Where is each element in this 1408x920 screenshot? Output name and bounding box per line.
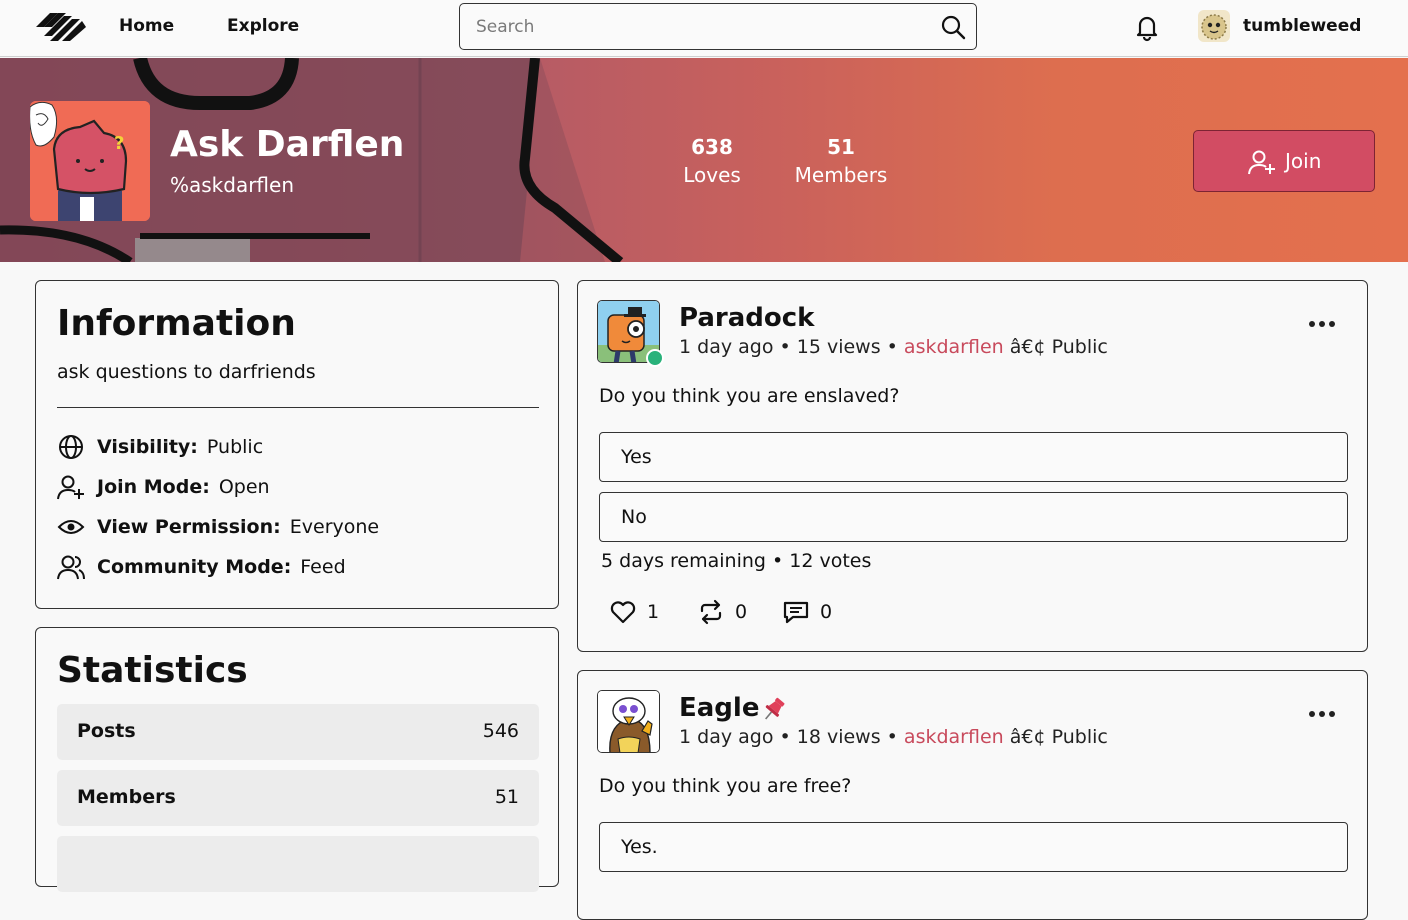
author-avatar-image [598,691,659,752]
globe-icon [59,435,83,459]
logo-icon[interactable] [36,10,88,44]
nav-explore-link[interactable]: Explore [227,16,299,36]
info-value: Public [206,436,264,458]
eye-icon [57,520,85,534]
user-avatar[interactable] [1198,10,1230,42]
repost-icon [700,599,722,625]
post-meta: 1 day ago • 18 views • askdarflen â€¢ Pu… [679,726,1108,748]
poll-option[interactable]: Yes [599,432,1348,482]
post-author-avatar[interactable] [597,690,660,753]
stat-value: 51 [494,786,519,808]
comment-icon [783,601,809,624]
post-author-name[interactable]: Eagle [679,693,759,723]
nav-home-link[interactable]: Home [119,16,174,36]
comment-count: 0 [820,601,833,623]
info-key: View Permission: [97,516,281,538]
post-card: Paradock 1 day ago • 15 views • askdarfl… [577,280,1368,652]
post-views: 15 views [796,336,881,358]
user-avatar-image [1201,14,1227,40]
repost-count: 0 [735,601,748,623]
info-key: Join Mode: [97,476,210,498]
post-question: Do you think you are enslaved? [599,385,900,407]
stat-key: Members [77,786,176,808]
stat-row-posts: Posts 546 [57,704,539,760]
more-options-icon[interactable] [1307,318,1337,330]
info-value: Feed [300,556,346,578]
online-status-dot [646,349,664,367]
post-community-link[interactable]: askdarflen [904,336,1004,358]
search-icon[interactable] [940,14,966,40]
stat-key: Posts [77,720,136,742]
members-stat[interactable]: 51 Members [790,135,892,187]
info-row-join-mode: Join Mode: Open [57,472,270,502]
bell-icon[interactable] [1132,12,1162,42]
members-label: Members [794,163,888,187]
post-visibility: â€¢ Public [1009,336,1108,358]
post-community-link[interactable]: askdarflen [904,726,1004,748]
info-value: Everyone [289,516,380,538]
user-plus-icon [1248,150,1275,175]
user-plus-icon [57,475,84,500]
post-author-name[interactable]: Paradock [679,303,814,333]
svg-text:?: ? [114,133,124,154]
poll-option[interactable]: No [599,492,1348,542]
comment-button[interactable]: 0 [782,597,832,627]
statistics-title: Statistics [57,650,248,691]
community-handle: %askdarflen [170,173,295,197]
heart-icon [610,601,636,624]
information-card: Information ask questions to darfriends … [35,280,559,609]
stat-row-members: Members 51 [57,770,539,826]
more-options-icon[interactable] [1307,708,1337,720]
post-question: Do you think you are free? [599,775,852,797]
post-visibility: â€¢ Public [1009,726,1108,748]
loves-label: Loves [683,163,741,187]
post-time: 1 day ago [679,726,774,748]
community-description: ask questions to darfriends [57,361,316,383]
info-key: Community Mode: [97,556,292,578]
stat-value: 546 [482,720,519,742]
top-nav: Home Explore tumbleweed [0,0,1408,57]
community-avatar-image: ? [30,101,150,221]
post-time: 1 day ago [679,336,774,358]
search-input[interactable] [460,4,930,49]
post-views: 18 views [796,726,881,748]
stat-row [57,836,539,892]
members-count: 51 [827,135,855,159]
info-row-visibility: Visibility: Public [57,432,263,462]
loves-stat: 638 Loves [676,135,748,187]
poll-info: 5 days remaining • 12 votes [601,550,872,572]
info-row-view-permission: View Permission: Everyone [57,512,379,542]
divider [57,407,539,408]
information-title: Information [57,303,296,344]
join-button[interactable]: Join [1193,130,1375,192]
username[interactable]: tumbleweed [1243,16,1361,36]
post-meta: 1 day ago • 15 views • askdarflen â€¢ Pu… [679,336,1108,358]
join-label: Join [1285,149,1322,173]
users-icon [57,555,85,580]
post-card: Eagle 1 day ago • 18 views • askdarflen … [577,670,1368,920]
info-row-community-mode: Community Mode: Feed [57,552,346,582]
loves-count: 638 [691,135,733,159]
info-key: Visibility: [97,436,198,458]
info-value: Open [218,476,270,498]
poll-option[interactable]: Yes. [599,822,1348,872]
community-name: Ask Darflen [170,124,405,165]
statistics-card: Statistics Posts 546 Members 51 [35,627,559,892]
search-box [459,3,977,50]
repost-button[interactable]: 0 [697,597,747,627]
love-button[interactable]: 1 [609,597,659,627]
love-count: 1 [647,601,660,623]
community-avatar: ? [30,101,150,221]
pin-icon [765,697,785,720]
